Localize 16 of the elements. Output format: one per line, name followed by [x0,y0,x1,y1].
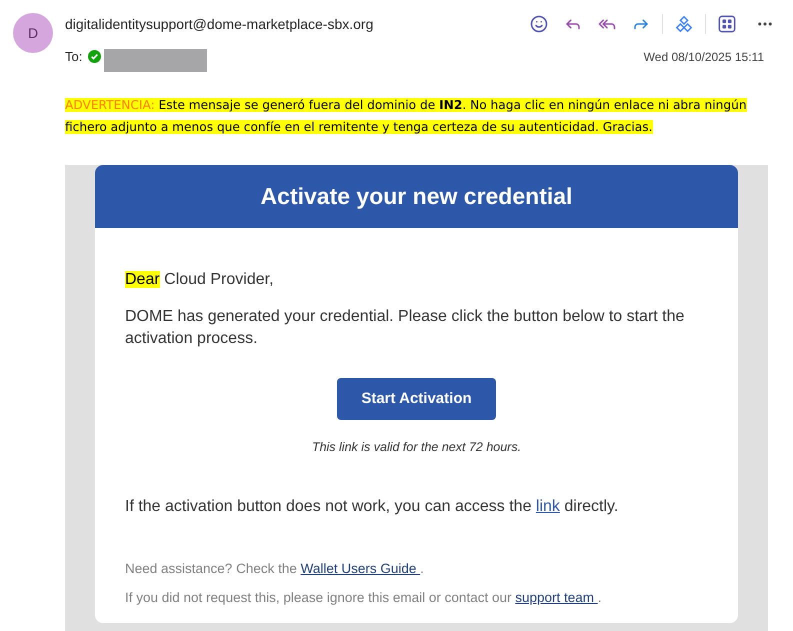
link[interactable]: link [536,498,560,515]
warning-text: ADVERTENCIA: Este mensaje se generó fuera del dominio de IN2. No haga clic en ningún enlace ni abra ningún fichero adjunto a menos que confíe en el remitente y tenga certeza de su autenticidad. Gracias. [65,97,748,136]
to-label: To: [65,48,82,66]
sender-avatar: D [13,13,53,53]
sender-address: digitalidentitysupport@dome-marketplace-sbx.org [65,14,374,34]
footer-link[interactable]: support team [515,590,598,605]
validity-note: This link is valid for the next 72 hours. [310,439,522,456]
email-title: Activate your new credential [260,182,572,212]
footer-text: Need assistance? Check the Wallet Users Guide . [125,560,425,578]
footer-link[interactable]: Wallet Users Guide [300,560,420,576]
greeting-text: Dear Cloud Provider, [125,270,275,290]
footer-text: If you did not request this, please ignore this email or contact our support team . [125,589,603,607]
date-text: Wed 08/10/2025 15:11 [644,48,764,66]
intro-text: DOME has generated your credential. Please click the button below to start the activation process. [125,307,686,349]
fallback-text: If the activation button does not work, you can access the link directly. [125,496,620,517]
start-activation-button[interactable]: Start Activation [337,378,496,420]
